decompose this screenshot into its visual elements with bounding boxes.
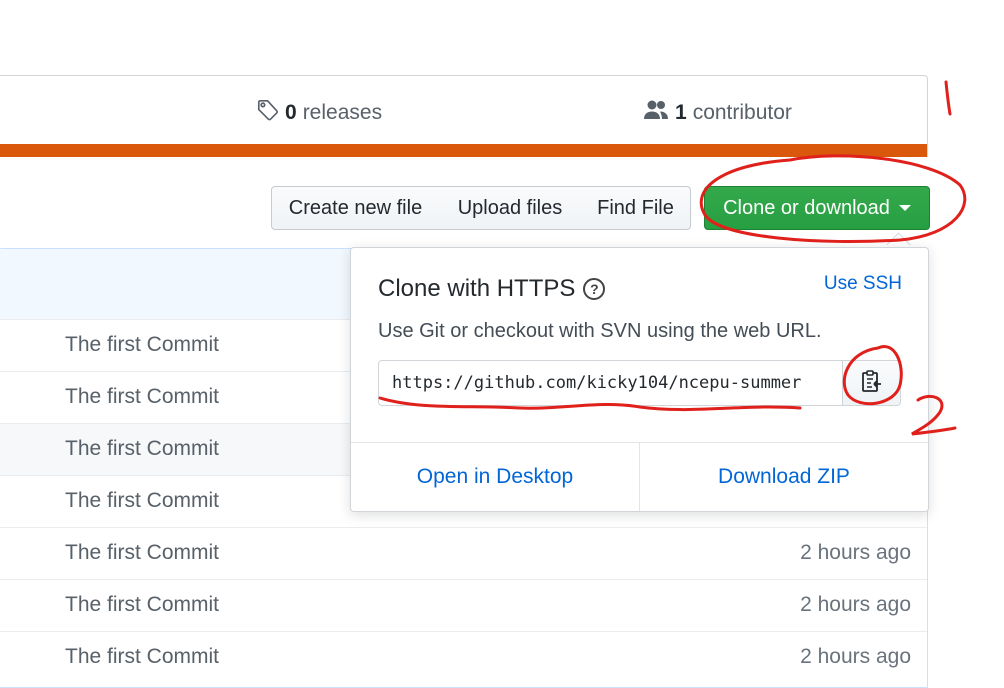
contributors-link[interactable]: 1 contributor [643,98,792,128]
releases-label: releases [302,101,383,124]
releases-link[interactable]: 0 releases [257,98,382,128]
open-in-desktop-button[interactable]: Open in Desktop [351,443,640,511]
commit-age: 2 hours ago [800,541,911,564]
tag-icon [257,99,279,127]
clone-url-group [378,360,901,406]
clone-or-download-button[interactable]: Clone or download [704,186,930,230]
clone-popover: Clone with HTTPS ? Use SSH Use Git or ch… [350,247,929,512]
annotation-mark-1 [944,80,952,116]
releases-count: 0 [285,101,297,124]
clone-or-download-label: Clone or download [723,196,890,219]
find-file-button[interactable]: Find File [581,186,691,230]
language-bar[interactable] [0,144,927,157]
commit-message[interactable]: The first Commit [65,645,219,669]
clone-title: Clone with HTTPS ? [378,275,606,303]
clone-description: Use Git or checkout with SVN using the w… [378,320,822,342]
contributors-label: contributor [692,101,792,124]
commit-message[interactable]: The first Commit [65,593,219,617]
create-new-file-button[interactable]: Create new file [271,186,440,230]
question-icon[interactable]: ? [583,278,606,300]
clone-title-text: Clone with HTTPS [378,275,576,302]
commit-age: 2 hours ago [800,593,911,616]
contributors-count: 1 [675,101,687,124]
download-zip-button[interactable]: Download ZIP [640,443,928,511]
people-icon [643,99,669,127]
repo-summary-bar: 0 releases 1 contributor [0,75,928,157]
clipboard-icon [861,369,883,398]
caret-down-icon [898,205,911,211]
commit-message[interactable]: The first Commit [65,437,219,461]
commit-message[interactable]: The first Commit [65,489,219,513]
table-row[interactable]: The first Commit 2 hours ago [0,631,927,683]
table-row[interactable]: The first Commit 2 hours ago [0,527,927,579]
clone-actions: Open in Desktop Download ZIP [351,442,928,511]
copy-url-button[interactable] [843,360,901,406]
commit-message[interactable]: The first Commit [65,541,219,565]
upload-files-button[interactable]: Upload files [439,186,582,230]
commit-message[interactable]: The first Commit [65,385,219,409]
commit-age: 2 hours ago [800,645,911,668]
commit-message[interactable]: The first Commit [65,333,219,357]
use-ssh-link[interactable]: Use SSH [824,273,902,295]
table-row[interactable]: The first Commit 2 hours ago [0,579,927,631]
clone-url-input[interactable] [378,360,843,406]
